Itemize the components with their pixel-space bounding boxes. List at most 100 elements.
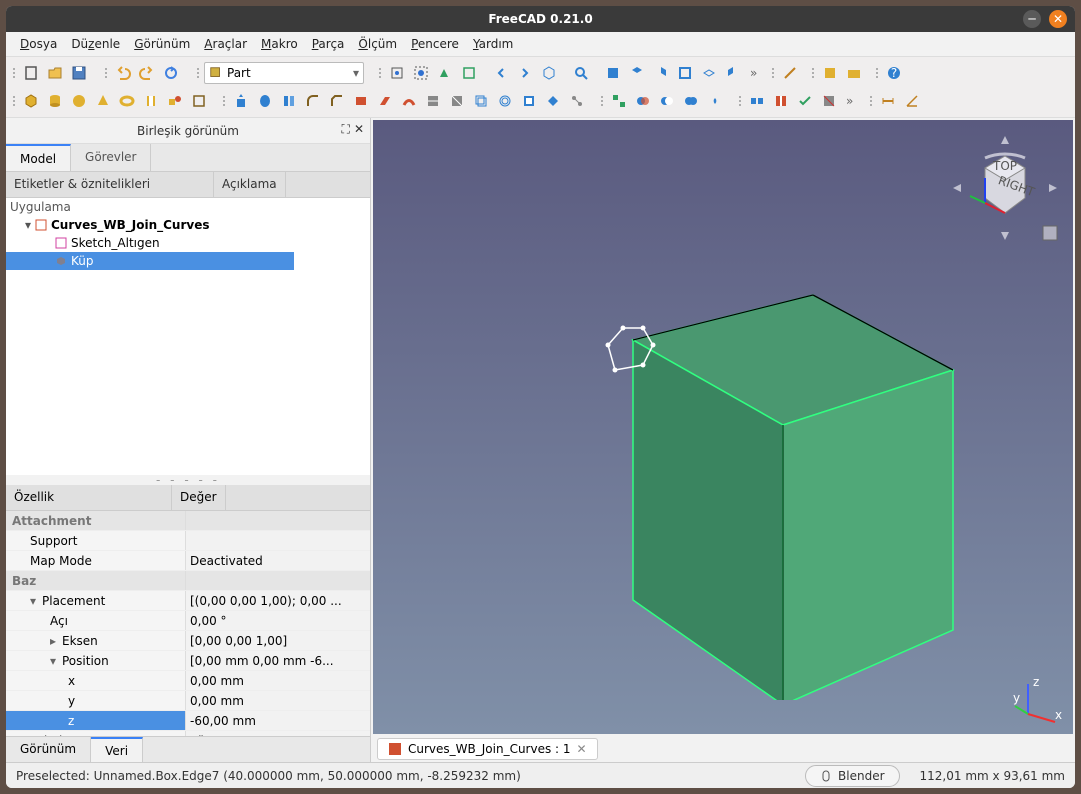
cone-icon[interactable] (92, 90, 114, 112)
projection-icon[interactable] (542, 90, 564, 112)
tab-tasks[interactable]: Görevler (71, 144, 151, 171)
nav-forward-icon[interactable] (514, 62, 536, 84)
close-tab-icon[interactable]: ✕ (577, 742, 587, 756)
menu-help[interactable]: Yardım (473, 37, 513, 51)
property-row[interactable]: y0,00 mm (6, 691, 370, 711)
extrude-icon[interactable] (230, 90, 252, 112)
group-create-icon[interactable] (843, 62, 865, 84)
builder-icon[interactable] (188, 90, 210, 112)
redo-icon[interactable] (136, 62, 158, 84)
fuse-icon[interactable] (680, 90, 702, 112)
box-icon[interactable] (20, 90, 42, 112)
toolbar-overflow-icon[interactable]: » (842, 94, 857, 108)
tree-item-cube[interactable]: Küp (6, 252, 294, 270)
panel-float-icon[interactable]: ⛶ (342, 122, 350, 137)
rear-view-icon[interactable] (674, 62, 696, 84)
property-row[interactable]: Attachment (6, 511, 370, 531)
cube-object[interactable] (503, 200, 983, 700)
fit-all-icon[interactable] (386, 62, 408, 84)
tab-model[interactable]: Model (6, 144, 71, 171)
menu-view[interactable]: Görünüm (134, 37, 190, 51)
thickness-icon[interactable] (518, 90, 540, 112)
tab-view[interactable]: Görünüm (6, 737, 91, 762)
panel-splitter[interactable]: - - - - - (6, 475, 370, 485)
close-button[interactable]: ✕ (1049, 10, 1067, 28)
panel-close-icon[interactable]: ✕ (354, 122, 364, 137)
nav-back-icon[interactable] (490, 62, 512, 84)
save-icon[interactable] (68, 62, 90, 84)
menu-window[interactable]: Pencere (411, 37, 459, 51)
menu-file[interactable]: Dosya (20, 37, 57, 51)
left-view-icon[interactable] (722, 62, 744, 84)
measure-icon[interactable] (779, 62, 801, 84)
property-row[interactable]: Map ModeDeactivated (6, 551, 370, 571)
compound-icon[interactable] (608, 90, 630, 112)
property-row[interactable]: ▾Placement[(0,00 0,00 1,00); 0,00 ... (6, 591, 370, 611)
tree-view[interactable]: Uygulama ▾ Curves_WB_Join_Curves Sketch_… (6, 198, 370, 475)
menu-measure[interactable]: Ölçüm (358, 37, 397, 51)
new-icon[interactable] (20, 62, 42, 84)
boolean-icon[interactable] (632, 90, 654, 112)
property-row[interactable]: ▾Position[0,00 mm 0,00 mm -6... (6, 651, 370, 671)
primitives-icon[interactable] (164, 90, 186, 112)
top-view-icon[interactable] (626, 62, 648, 84)
menu-edit[interactable]: Düzenle (71, 37, 120, 51)
help-icon[interactable]: ? (883, 62, 905, 84)
check-geom-icon[interactable] (794, 90, 816, 112)
property-row[interactable]: Support (6, 531, 370, 551)
property-row[interactable]: LabelKüp (6, 731, 370, 736)
section-icon[interactable] (422, 90, 444, 112)
bottom-view-icon[interactable] (698, 62, 720, 84)
document-tab[interactable]: Curves_WB_Join_Curves : 1 ✕ (377, 738, 598, 760)
refresh-icon[interactable] (160, 62, 182, 84)
tree-item-sketch[interactable]: Sketch_Altıgen (6, 234, 370, 252)
cut-icon[interactable] (656, 90, 678, 112)
fillet-icon[interactable] (302, 90, 324, 112)
cross-icon[interactable] (446, 90, 468, 112)
attachment-icon[interactable] (566, 90, 588, 112)
open-icon[interactable] (44, 62, 66, 84)
undo-icon[interactable] (112, 62, 134, 84)
property-row[interactable]: Açı0,00 ° (6, 611, 370, 631)
defeaturing-icon[interactable] (818, 90, 840, 112)
revolve-icon[interactable] (254, 90, 276, 112)
measure-linear-icon[interactable] (877, 90, 899, 112)
workbench-selector[interactable]: Part ▾ (204, 62, 364, 84)
zoom-icon[interactable] (570, 62, 592, 84)
menu-macro[interactable]: Makro (261, 37, 298, 51)
loft-icon[interactable] (374, 90, 396, 112)
sweep-icon[interactable] (398, 90, 420, 112)
split-icon[interactable] (770, 90, 792, 112)
mirror-icon[interactable] (278, 90, 300, 112)
tree-document[interactable]: ▾ Curves_WB_Join_Curves (6, 216, 370, 234)
fit-selection-icon[interactable] (410, 62, 432, 84)
sphere-icon[interactable] (68, 90, 90, 112)
torus-icon[interactable] (116, 90, 138, 112)
property-row[interactable]: Baz (6, 571, 370, 591)
front-view-icon[interactable] (602, 62, 624, 84)
minimize-button[interactable]: ─ (1023, 10, 1041, 28)
chamfer-icon[interactable] (326, 90, 348, 112)
part-create-icon[interactable] (819, 62, 841, 84)
property-row[interactable]: z-60,00 mm (6, 711, 370, 731)
nav-style-button[interactable]: Blender (805, 765, 900, 787)
nav-cube[interactable]: TOP RIGHT (945, 128, 1065, 248)
draw-style-icon[interactable] (434, 62, 456, 84)
property-row[interactable]: ▸Eksen[0,00 0,00 1,00] (6, 631, 370, 651)
offset3d-icon[interactable] (470, 90, 492, 112)
menu-tools[interactable]: Araçlar (204, 37, 247, 51)
property-editor[interactable]: AttachmentSupportMap ModeDeactivatedBaz▾… (6, 511, 370, 736)
3d-view[interactable]: TOP RIGHT z y x (373, 120, 1073, 734)
menu-part[interactable]: Parça (312, 37, 345, 51)
toolbar-overflow-icon[interactable]: » (746, 66, 761, 80)
iso-view-icon[interactable] (538, 62, 560, 84)
property-row[interactable]: x0,00 mm (6, 671, 370, 691)
measure-angular-icon[interactable] (901, 90, 923, 112)
ruled-icon[interactable] (350, 90, 372, 112)
offset2d-icon[interactable] (494, 90, 516, 112)
bbox-icon[interactable] (458, 62, 480, 84)
tab-data[interactable]: Veri (91, 737, 143, 762)
tube-icon[interactable] (140, 90, 162, 112)
join-connect-icon[interactable] (746, 90, 768, 112)
common-icon[interactable] (704, 90, 726, 112)
